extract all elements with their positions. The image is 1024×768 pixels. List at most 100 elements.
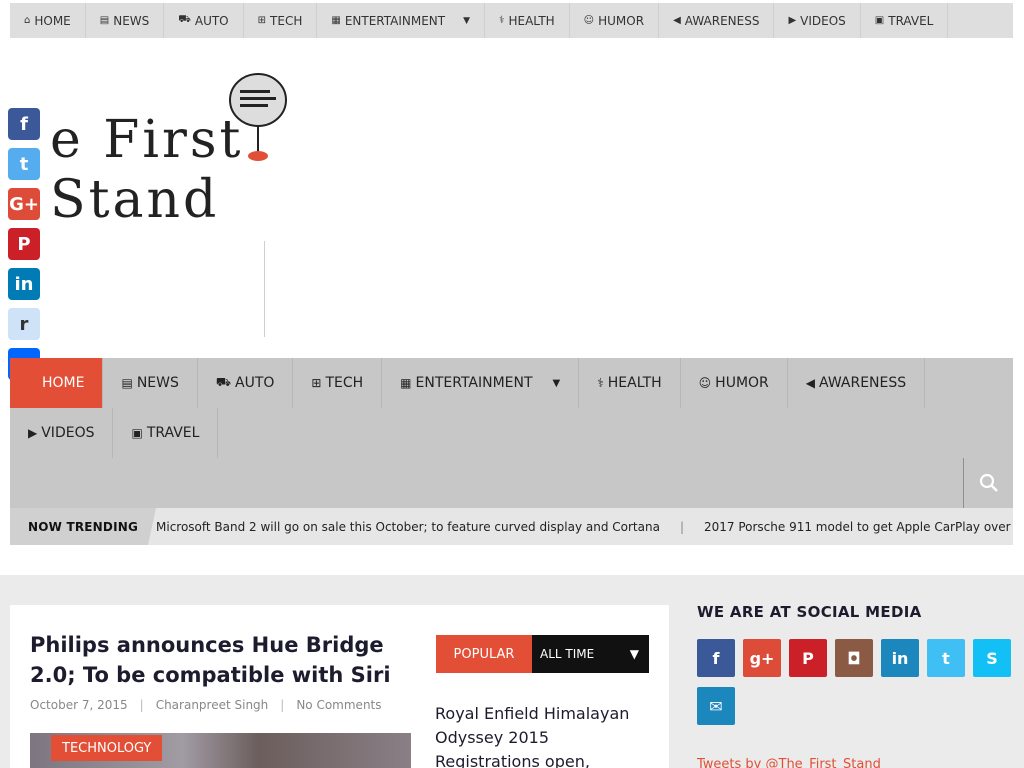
main-nav-item-news[interactable]: ▤ NEWS: [103, 358, 198, 408]
top-nav-item-auto[interactable]: ⛟ AUTO: [164, 3, 244, 38]
facebook-social-icon[interactable]: f: [697, 639, 735, 677]
main-nav-label: HOME: [42, 375, 85, 391]
smile-icon: ☺: [698, 376, 712, 390]
main-nav-row: HOME ▤ NEWS ⛟ AUTO ⊞ TECH ▦ ENTERTAINMENT ▼ ⚕ HEALT…: [10, 358, 1013, 408]
trending-bar: NOW TRENDING Microsoft Band 2 will go on…: [10, 508, 1013, 545]
reddit-share-icon[interactable]: r: [8, 308, 40, 340]
popular-item-title[interactable]: Royal Enfield Himalayan Odyssey 2015 Reg…: [435, 702, 649, 768]
main-nav-label: NEWS: [136, 375, 179, 391]
newspaper-icon: ▤: [121, 376, 133, 390]
skype-social-icon[interactable]: S: [973, 639, 1011, 677]
top-nav-item-news[interactable]: ▤ NEWS: [86, 3, 165, 38]
trending-label: NOW TRENDING: [10, 508, 156, 545]
main-nav-label: VIDEOS: [41, 425, 95, 441]
top-nav-label: ENTERTAINMENT: [344, 13, 446, 28]
top-nav-label: AUTO: [194, 13, 229, 28]
google-plus-share-icon[interactable]: G+: [8, 188, 40, 220]
main-nav-label: AWARENESS: [819, 375, 907, 391]
main-nav-item-auto[interactable]: ⛟ AUTO: [198, 358, 294, 408]
tab-popular[interactable]: POPULAR: [436, 635, 532, 673]
main-nav-label: TRAVEL: [146, 425, 200, 441]
main-nav-item-awareness[interactable]: ◀ AWARENESS: [788, 358, 926, 408]
trending-item[interactable]: Microsoft Band 2 will go on sale this Oc…: [156, 520, 660, 534]
chevron-down-icon: ▼: [463, 15, 471, 26]
top-nav-item-entertainment[interactable]: ▦ ENTERTAINMENT ▼: [317, 3, 486, 38]
main-navigation: HOME ▤ NEWS ⛟ AUTO ⊞ TECH ▦ ENTERTAINMENT ▼ ⚕ HEALT…: [10, 358, 1013, 508]
top-nav-label: TECH: [270, 13, 303, 28]
film-icon: ▦: [400, 376, 412, 390]
windows-icon: ⊞: [311, 376, 322, 390]
share-sidebar: ftG+Pinr+: [8, 108, 40, 388]
chevron-down-icon: ▼: [552, 377, 561, 389]
article-comments[interactable]: No Comments: [296, 698, 381, 712]
trending-item[interactable]: 2017 Porsche 911 model to get Apple CarP…: [704, 520, 1013, 534]
car-icon: ⛟: [178, 14, 191, 25]
chevron-down-icon: ▼: [629, 647, 639, 661]
ticker-separator: |: [679, 519, 684, 534]
top-nav-label: NEWS: [113, 13, 150, 28]
tweets-link[interactable]: Tweets by @The_First_Stand: [697, 757, 881, 768]
top-nav-label: VIDEOS: [800, 13, 846, 28]
site-logo[interactable]: e First Stand: [40, 70, 370, 230]
header-divider: [264, 241, 265, 337]
main-nav-label: HUMOR: [715, 375, 769, 391]
article-title[interactable]: Philips announces Hue Bridge 2.0; To be …: [30, 630, 415, 690]
article-author[interactable]: Charanpreet Singh: [156, 698, 269, 712]
top-nav-label: HEALTH: [508, 13, 555, 28]
home-icon: ⌂: [24, 15, 31, 26]
twitter-share-icon[interactable]: t: [8, 148, 40, 180]
top-nav-item-videos[interactable]: ▶ VIDEOS: [774, 3, 861, 38]
top-nav-label: HOME: [34, 13, 71, 28]
logo-text: e First Stand: [50, 110, 244, 230]
top-navigation: ⌂ HOME ▤ NEWS ⛟ AUTO ⊞ TECH ▦ ENTERTAINMENT ▼ ⚕ HEAL…: [10, 3, 1013, 38]
newspaper-icon: ▤: [99, 15, 110, 26]
top-nav-label: AWARENESS: [684, 13, 760, 28]
article-meta: October 7, 2015 | Charanpreet Singh | No…: [30, 698, 382, 712]
alltime-label: ALL TIME: [540, 647, 595, 661]
main-nav-item-videos[interactable]: ▶ VIDEOS: [10, 408, 114, 458]
google-plus-social-icon[interactable]: g+: [743, 639, 781, 677]
stethoscope-icon: ⚕: [499, 15, 505, 26]
stethoscope-icon: ⚕: [597, 376, 604, 390]
top-nav-item-tech[interactable]: ⊞ TECH: [244, 3, 318, 38]
play-icon: ▶: [28, 426, 38, 440]
bullhorn-icon: ◀: [805, 376, 816, 390]
main-nav-item-health[interactable]: ⚕ HEALTH: [579, 358, 681, 408]
top-nav-item-travel[interactable]: ▣ TRAVEL: [861, 3, 949, 38]
linkedin-share-icon[interactable]: in: [8, 268, 40, 300]
main-nav-label: HEALTH: [607, 375, 662, 391]
top-nav-item-humor[interactable]: ☺ HUMOR: [570, 3, 660, 38]
top-nav-item-home[interactable]: ⌂ HOME: [10, 3, 86, 38]
search-icon: [979, 473, 998, 492]
search-button[interactable]: [963, 458, 1013, 508]
play-icon: ▶: [788, 15, 797, 26]
suitcase-icon: ▣: [131, 426, 143, 440]
facebook-share-icon[interactable]: f: [8, 108, 40, 140]
film-icon: ▦: [331, 15, 341, 26]
article-date: October 7, 2015: [30, 698, 128, 712]
article-category-badge[interactable]: TECHNOLOGY: [51, 735, 163, 761]
instagram-social-icon[interactable]: ◘: [835, 639, 873, 677]
windows-icon: ⊞: [257, 15, 267, 26]
pinterest-social-icon[interactable]: P: [789, 639, 827, 677]
main-nav-row: ▶ VIDEOS ▣ TRAVEL: [10, 408, 1013, 458]
top-nav-item-health[interactable]: ⚕ HEALTH: [485, 3, 570, 38]
suitcase-icon: ▣: [874, 15, 885, 26]
pinterest-share-icon[interactable]: P: [8, 228, 40, 260]
meta-separator: |: [139, 698, 144, 712]
twitter-social-icon[interactable]: t: [927, 639, 965, 677]
linkedin-social-icon[interactable]: in: [881, 639, 919, 677]
top-nav-label: TRAVEL: [888, 13, 934, 28]
social-section-title: WE ARE AT SOCIAL MEDIA: [697, 603, 922, 621]
email-social-icon[interactable]: ✉: [697, 687, 735, 725]
main-nav-label: TECH: [325, 375, 364, 391]
main-nav-item-tech[interactable]: ⊞ TECH: [293, 358, 383, 408]
top-nav-item-awareness[interactable]: ◀ AWARENESS: [659, 3, 775, 38]
main-nav-item-travel[interactable]: ▣ TRAVEL: [113, 408, 219, 458]
main-nav-item-entertainment[interactable]: ▦ ENTERTAINMENT ▼: [382, 358, 580, 408]
main-nav-item-humor[interactable]: ☺ HUMOR: [681, 358, 788, 408]
trending-ticker: Microsoft Band 2 will go on sale this Oc…: [156, 508, 1013, 545]
bullhorn-icon: ◀: [673, 15, 681, 26]
main-nav-item-home[interactable]: HOME: [10, 358, 104, 408]
alltime-dropdown[interactable]: ALL TIME ▼: [532, 635, 649, 673]
